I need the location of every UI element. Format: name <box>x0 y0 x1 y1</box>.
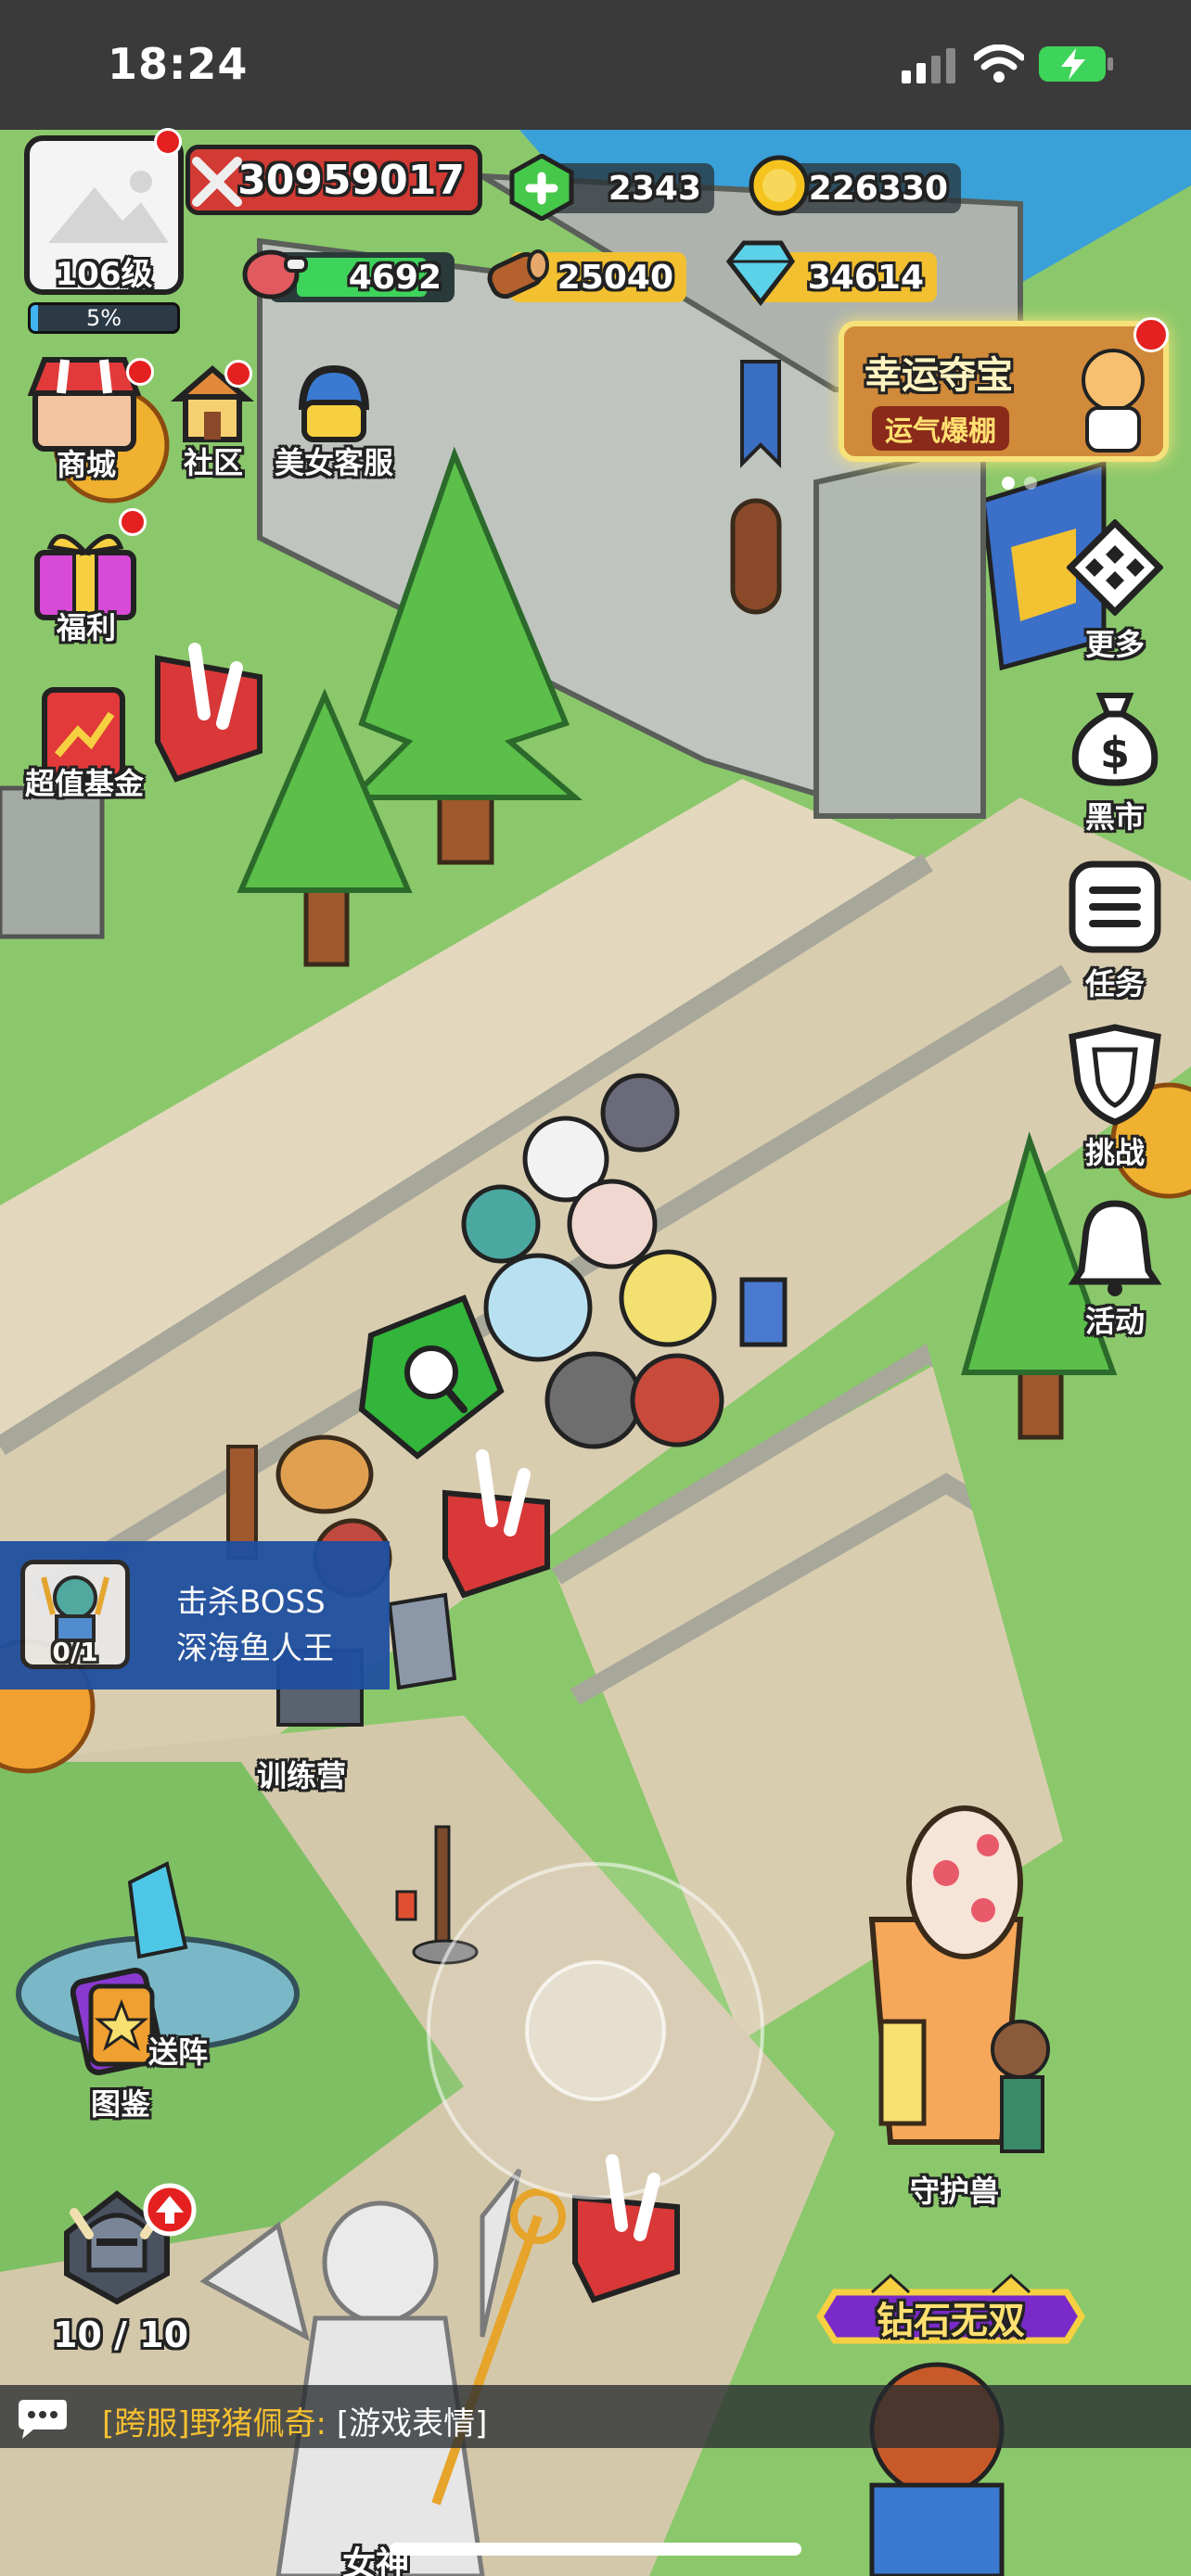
lucky-banner-subtitle: 运气爆棚 <box>872 406 1009 451</box>
quest-panel[interactable]: 0/1 击杀BOSS 深海鱼人王 <box>0 1541 390 1690</box>
quest-line-1: 击杀BOSS <box>176 1584 326 1621</box>
gold-coin-icon <box>749 155 810 216</box>
more-button[interactable] <box>1066 518 1164 617</box>
svg-text:$: $ <box>1100 728 1130 778</box>
chat-username[interactable]: 野猪佩奇: <box>190 2405 327 2442</box>
exp-bar: 5% <box>28 302 180 334</box>
chat-message: [游戏表情] <box>336 2405 488 2442</box>
lucky-banner-notice-dot <box>1133 317 1169 352</box>
headset-icon <box>299 364 369 442</box>
training-camp-label[interactable]: 训练营 <box>223 1753 380 1795</box>
signal-icon <box>902 48 955 83</box>
quest-progress: 0/1 <box>52 1637 98 1667</box>
crystal-value: 34614 <box>807 258 924 297</box>
service-button[interactable] <box>289 362 378 445</box>
game-screen: 18:24 106级 5% 30959017 2343 226330 4692 … <box>0 0 1191 2576</box>
codex-label: 图鉴 <box>90 2086 150 2122</box>
player-level: 106级 <box>55 256 153 293</box>
meat-value: 4692 <box>348 258 442 297</box>
hero-slot-count: 10 / 10 <box>52 2315 189 2355</box>
shop-label: 商城 <box>56 447 116 482</box>
shop-notice-dot <box>126 358 154 386</box>
wifi-icon <box>974 45 1024 83</box>
shop-icon <box>27 357 142 452</box>
welfare-notice-dot <box>119 508 147 536</box>
chat-bar[interactable]: [跨服]野猪佩奇: [游戏表情] <box>0 2385 1191 2448</box>
diamond-banner-text: 钻石无双 <box>877 2300 1025 2342</box>
crossed-swords-icon <box>192 157 242 207</box>
community-notice-dot <box>224 360 252 388</box>
power-value: 30959017 <box>237 156 465 204</box>
status-time: 18:24 <box>108 39 249 89</box>
meat-icon <box>242 249 308 300</box>
more-diamond-icon <box>1066 518 1164 617</box>
shop-button[interactable] <box>27 352 142 454</box>
lucky-treasure-banner[interactable]: 幸运夺宝 运气爆棚 <box>839 321 1169 462</box>
fund-label: 超值基金 <box>24 766 144 801</box>
avatar[interactable]: 106级 <box>24 135 184 295</box>
quest-boss-portrait: 0/1 <box>20 1560 130 1669</box>
task-list-icon <box>1069 861 1161 953</box>
status-bar: 18:24 <box>0 0 1191 130</box>
bell-icon <box>1068 1200 1162 1296</box>
tasks-label: 任务 <box>1084 966 1145 1001</box>
wood-log-icon <box>487 249 549 300</box>
avatar-notice-dot <box>154 128 182 156</box>
banner-page-dot-2 <box>1024 477 1037 490</box>
challenge-label: 挑战 <box>1084 1135 1145 1170</box>
more-label: 更多 <box>1084 627 1145 662</box>
community-label: 社区 <box>183 445 243 480</box>
quest-line-2: 深海鱼人王 <box>176 1630 334 1667</box>
shield-icon <box>1069 1024 1161 1126</box>
welfare-label: 福利 <box>56 610 116 645</box>
wood-value: 25040 <box>557 258 673 297</box>
exp-percent: 5% <box>85 305 122 331</box>
avatar-placeholder-icon <box>48 171 169 243</box>
gold-value: 226330 <box>808 169 948 208</box>
tasks-button[interactable] <box>1067 859 1163 955</box>
battery-tip <box>1108 57 1113 70</box>
guardian-label[interactable]: 守护兽 <box>876 2168 1033 2211</box>
service-label: 美女客服 <box>274 445 393 480</box>
lucky-banner-title: 幸运夺宝 <box>864 354 1013 397</box>
chat-bubble-icon[interactable] <box>15 2396 69 2439</box>
teleport-label: 送阵 <box>148 2034 209 2070</box>
green-gem-add-icon[interactable] <box>508 154 575 221</box>
upgrade-arrow-icon <box>143 2183 197 2237</box>
chat-channel-tag: [跨服] <box>102 2405 190 2442</box>
diamond-unrivaled-banner[interactable]: 钻石无双 <box>816 2274 1085 2359</box>
boss-fishman-icon <box>41 1575 109 1642</box>
black-market-button[interactable]: $ <box>1067 686 1163 788</box>
charging-bolt-icon <box>1061 48 1085 80</box>
crystal-icon <box>725 240 796 307</box>
black-market-label: 黑市 <box>1084 799 1145 835</box>
lucky-girl-icon <box>1082 349 1145 453</box>
money-bag-icon: $ <box>1071 693 1159 786</box>
events-button[interactable] <box>1067 1196 1163 1298</box>
gems-value: 2343 <box>608 169 701 208</box>
banner-page-dot-1 <box>1002 477 1015 490</box>
home-indicator[interactable] <box>390 2543 801 2556</box>
events-label: 活动 <box>1084 1304 1145 1339</box>
challenge-button[interactable] <box>1061 1024 1169 1126</box>
